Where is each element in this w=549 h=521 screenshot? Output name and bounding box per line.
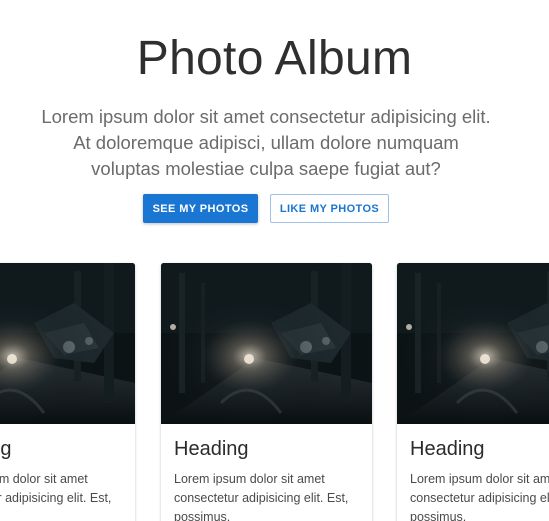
card-text: Lorem ipsum dolor sit amet consectetur a… <box>174 472 349 521</box>
photo-card: Heading Lorem ipsum dolor sit amet conse… <box>161 263 372 521</box>
page-title: Photo Album <box>136 32 413 85</box>
like-my-photos-button[interactable]: LIKE MY PHOTOS <box>270 194 389 223</box>
card-text: Lorem ipsum dolor sit amet consectetur a… <box>410 472 549 521</box>
card-photo <box>397 263 549 424</box>
card-text: Lorem ipsum dolor sit amet consectetur a… <box>0 472 112 505</box>
photo-card: Heading Lorem ipsum dolor sit amet conse… <box>0 263 135 521</box>
hero-description: Lorem ipsum dolor sit amet consectetur a… <box>41 106 491 179</box>
photo-album-page: Photo Album Lorem ipsum dolor sit amet c… <box>0 0 549 521</box>
card-heading: Heading <box>174 438 249 460</box>
card-photo <box>161 263 372 424</box>
photo-card: Heading Lorem ipsum dolor sit amet conse… <box>397 263 549 521</box>
card-photo <box>0 263 135 424</box>
card-heading: Heading <box>0 438 12 460</box>
card-heading: Heading <box>410 438 485 460</box>
see-my-photos-button[interactable]: SEE MY PHOTOS <box>143 194 258 223</box>
